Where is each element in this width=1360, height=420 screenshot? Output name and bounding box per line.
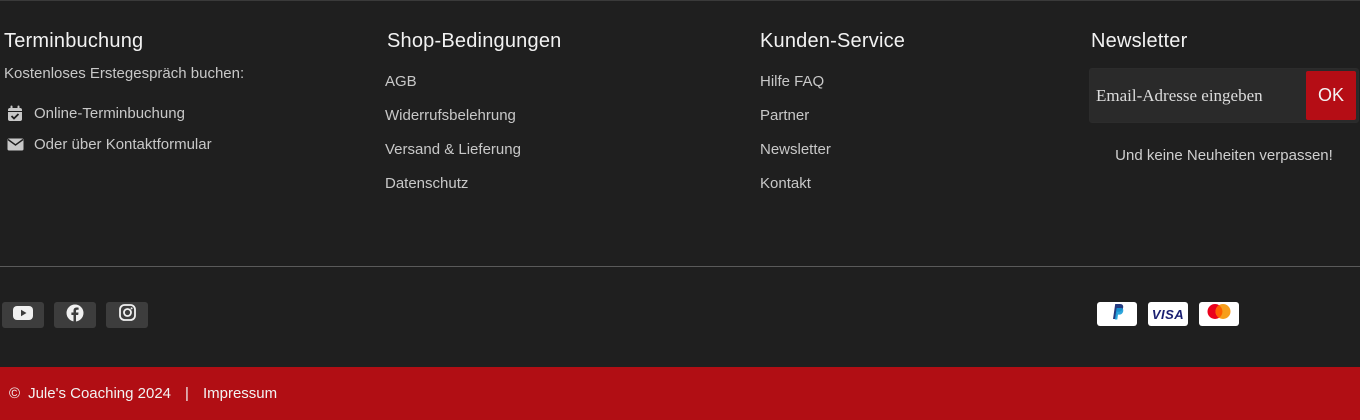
paypal-badge [1097, 302, 1137, 326]
shop-title: Shop-Bedingungen [387, 30, 562, 52]
service-title: Kunden-Service [760, 30, 906, 52]
visa-badge: VISA [1148, 302, 1188, 326]
terminbuchung-title: Terminbuchung [4, 30, 144, 52]
copyright-separator: | [185, 385, 189, 402]
newsletter-column: Newsletter OK Und keine Neuheiten verpas… [1089, 30, 1359, 164]
payment-methods: VISA [1097, 302, 1239, 326]
kontaktformular-label: Oder über Kontaktformular [34, 136, 212, 153]
link-versand-lieferung[interactable]: Versand & Lieferung [385, 133, 561, 167]
newsletter-note: Und keine Neuheiten verpassen! [1115, 147, 1333, 164]
instagram-button[interactable] [106, 302, 148, 328]
online-terminbuchung-link[interactable]: Online-Terminbuchung [4, 98, 244, 129]
copyright-symbol: © [9, 385, 21, 402]
terminbuchung-column: Terminbuchung Kostenloses Erstegespräch … [4, 30, 244, 160]
copyright-bar: © Jule's Coaching 2024 | Impressum [0, 367, 1360, 420]
youtube-button[interactable] [2, 302, 44, 328]
link-datenschutz[interactable]: Datenschutz [363, 167, 570, 201]
newsletter-form: OK [1089, 68, 1359, 123]
top-border [0, 0, 1360, 1]
shop-links: AGB Widerrufsbelehrung Versand & Lieferu… [363, 65, 570, 201]
link-newsletter[interactable]: Newsletter [760, 133, 905, 167]
online-terminbuchung-label: Online-Terminbuchung [34, 105, 185, 122]
kontaktformular-link[interactable]: Oder über Kontaktformular [4, 129, 244, 160]
newsletter-email-input[interactable] [1090, 69, 1304, 122]
footer-divider [0, 266, 1360, 267]
terminbuchung-intro: Kostenloses Erstegespräch buchen: [4, 65, 245, 82]
visa-logo: VISA [1151, 306, 1185, 322]
mastercard-icon [1205, 303, 1233, 325]
newsletter-ok-button[interactable]: OK [1306, 71, 1356, 120]
copyright-text: Jule's Coaching 2024 [28, 385, 172, 402]
envelope-icon [4, 134, 26, 156]
facebook-button[interactable] [54, 302, 96, 328]
service-links: Hilfe FAQ Partner Newsletter Kontakt [760, 65, 905, 201]
calendar-check-icon [4, 103, 26, 125]
impressum-link[interactable]: Impressum [203, 385, 277, 402]
social-links [2, 302, 148, 328]
link-partner[interactable]: Partner [760, 99, 905, 133]
shop-column: Shop-Bedingungen AGB Widerrufsbelehrung … [363, 30, 570, 201]
mastercard-badge [1199, 302, 1239, 326]
link-hilfe-faq[interactable]: Hilfe FAQ [760, 65, 905, 99]
link-agb[interactable]: AGB [385, 65, 561, 99]
link-kontakt[interactable]: Kontakt [760, 167, 905, 201]
youtube-icon [13, 305, 33, 325]
newsletter-title: Newsletter [1091, 30, 1188, 52]
service-column: Kunden-Service Hilfe FAQ Partner Newslet… [760, 30, 905, 201]
instagram-icon [118, 304, 136, 326]
paypal-icon [1110, 303, 1124, 325]
link-widerrufsbelehrung[interactable]: Widerrufsbelehrung [385, 99, 561, 133]
facebook-icon [66, 304, 84, 327]
